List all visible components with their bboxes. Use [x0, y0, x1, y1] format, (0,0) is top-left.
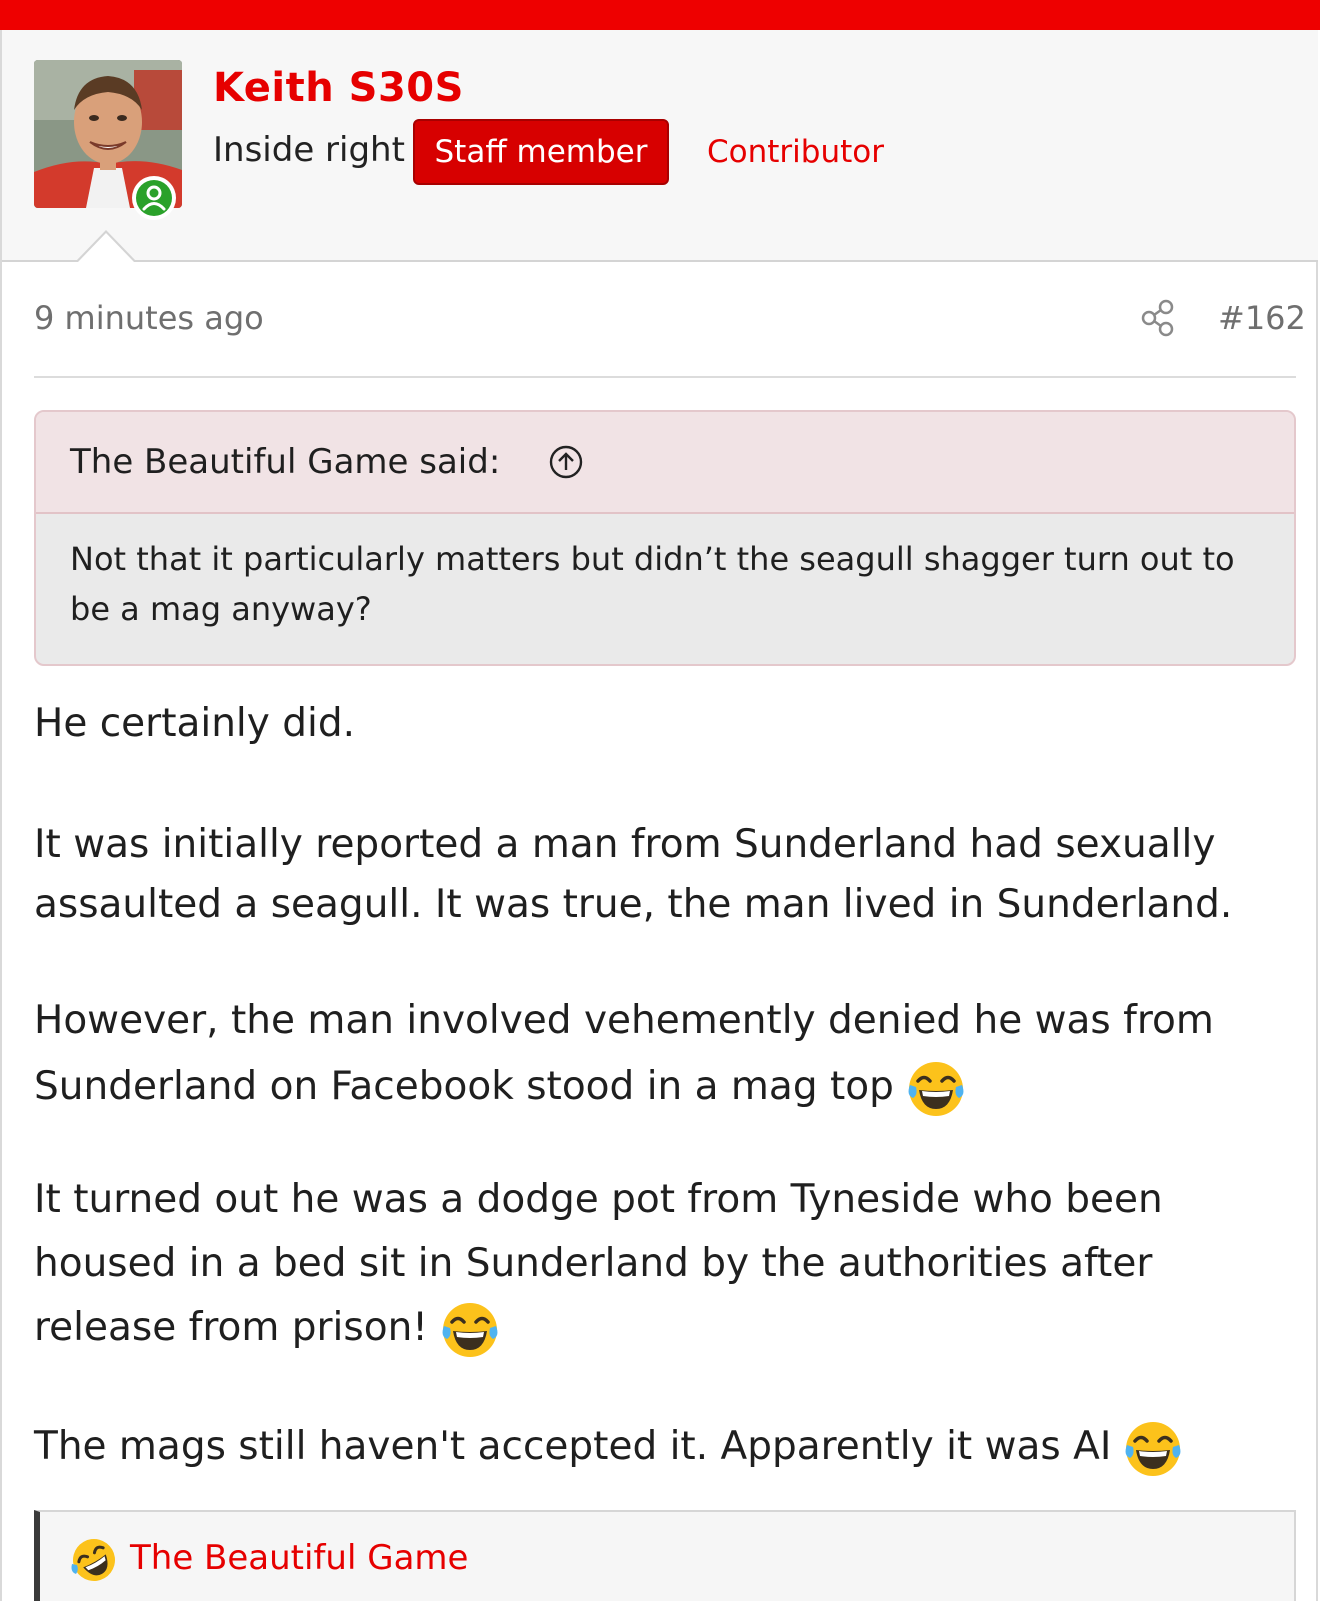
post-paragraph-4: It turned out he was a dodge pot from Ty… [34, 1168, 1284, 1360]
quote-author[interactable]: The Beautiful Game said: [70, 440, 500, 484]
reaction-user-link[interactable]: The Beautiful Game [130, 1534, 468, 1582]
tears-of-joy-emoji-icon [442, 1302, 498, 1357]
tears-of-joy-emoji-icon [1125, 1421, 1181, 1476]
post-paragraph-2: It was initially reported a man from Sun… [34, 822, 1233, 927]
staff-badge: Staff member [413, 119, 669, 185]
post-paragraph-3: However, the man involved vehemently den… [34, 988, 1284, 1120]
quote-header: The Beautiful Game said: [36, 412, 1294, 514]
quote-text: Not that it particularly matters but did… [70, 540, 1235, 628]
share-icon[interactable] [1140, 298, 1176, 338]
post-number-link[interactable]: #162 [1218, 296, 1306, 340]
reactions-bar: The Beautiful Game [34, 1510, 1296, 1601]
user-online-icon [142, 185, 166, 211]
online-status-badge [132, 176, 176, 220]
post-paragraph-1: He certainly did. [34, 701, 355, 746]
site-top-bar [0, 0, 1320, 30]
user-banner-contributor: Contributor [707, 134, 884, 170]
user-title: Inside right [213, 130, 405, 170]
go-to-quoted-post-icon[interactable] [548, 444, 584, 480]
post-paragraph-5: The mags still haven't accepted it. Appa… [34, 1414, 1284, 1480]
tears-of-joy-emoji-icon [908, 1061, 964, 1116]
post-timestamp[interactable]: 9 minutes ago [34, 296, 264, 340]
rofl-emoji-icon [71, 1539, 115, 1581]
quote-block: The Beautiful Game said: Not that it par… [34, 410, 1296, 666]
username[interactable]: Keith S30S [213, 64, 464, 112]
post-meta-divider [34, 376, 1296, 378]
